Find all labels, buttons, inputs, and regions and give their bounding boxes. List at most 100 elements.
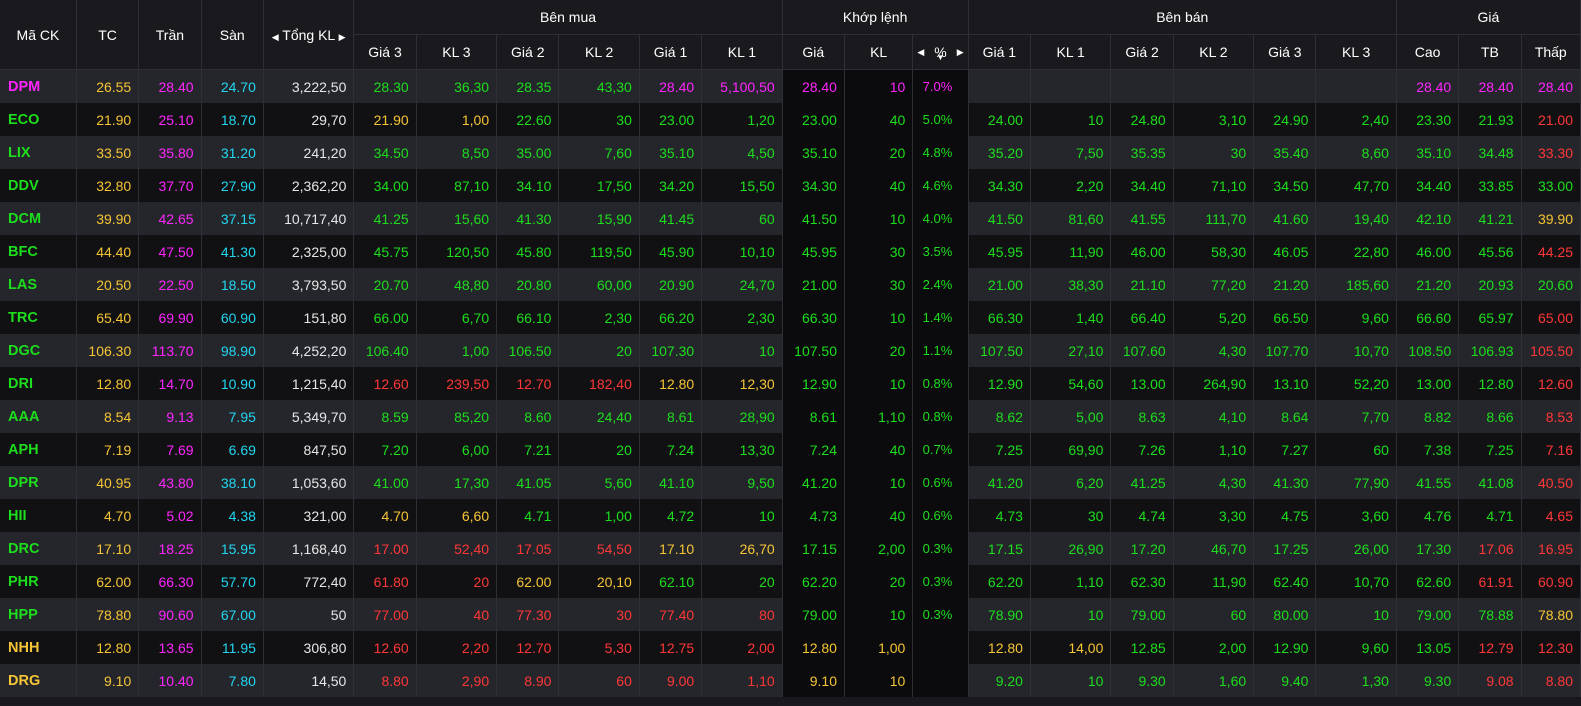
ceiling-price: 18.25 [138, 532, 202, 565]
ceiling-price: 42.65 [138, 202, 202, 235]
high-price: 7.38 [1396, 433, 1460, 466]
sell-vol-1: 10 [1030, 664, 1112, 697]
caret-right-icon[interactable]: ▶ [957, 47, 964, 58]
sell-vol-3: 52,20 [1315, 367, 1397, 400]
col-thap[interactable]: Thấp [1521, 34, 1581, 70]
buy-vol-3: 2,20 [416, 631, 498, 664]
match-volume: 40 [844, 169, 914, 202]
col-ma-ck[interactable]: Mã CK [0, 0, 77, 70]
buy-price-3: 34.00 [353, 169, 417, 202]
col-tc[interactable]: TC [76, 0, 140, 70]
table-row[interactable]: DRC 17.10 18.25 15.95 1,168,40 17.00 52,40 17.0… [0, 532, 1581, 565]
table-row[interactable]: BFC 44.40 47.50 41.30 2,325,00 45.75 120,50 45.… [0, 235, 1581, 268]
match-price: 62.20 [782, 565, 845, 598]
table-row[interactable]: DRI 12.80 14.70 10.90 1,215,40 12.60 239,50 12.… [0, 367, 1581, 400]
col-tong-kl[interactable]: ◀ Tổng KL ▶ [263, 0, 355, 70]
low-price: 8.53 [1521, 400, 1581, 433]
col-tb[interactable]: TB [1458, 34, 1522, 70]
col-match-pct[interactable]: ◀ % ▶ ▼ [912, 34, 969, 70]
col-buy-kl1[interactable]: KL 1 [701, 34, 783, 70]
caret-right-icon[interactable]: ▶ [339, 32, 346, 42]
change-percent: 7.0% [912, 69, 969, 103]
table-row[interactable]: ECO 21.90 25.10 18.70 29,70 21.90 1,00 22.60 30 2… [0, 103, 1581, 136]
table-row[interactable]: DPM 26.55 28.40 24.70 3,222,50 28.30 36,30 28.3… [0, 69, 1581, 103]
col-sell-gia1[interactable]: Giá 1 [968, 34, 1031, 70]
low-price: 105.50 [1521, 334, 1581, 367]
buy-price-1: 28.40 [639, 69, 703, 103]
col-sell-kl2[interactable]: KL 2 [1173, 34, 1255, 70]
sell-vol-3: 26,00 [1315, 532, 1397, 565]
col-tran[interactable]: Trần [138, 0, 202, 70]
sell-vol-3 [1315, 69, 1397, 103]
buy-price-3: 8.80 [353, 664, 417, 697]
buy-vol-3: 15,60 [416, 202, 498, 235]
col-sell-kl3[interactable]: KL 3 [1315, 34, 1397, 70]
match-volume: 40 [844, 103, 914, 136]
col-sell-gia2[interactable]: Giá 2 [1110, 34, 1174, 70]
col-match-kl[interactable]: KL [844, 34, 914, 70]
col-buy-gia2[interactable]: Giá 2 [496, 34, 560, 70]
buy-price-3: 12.60 [353, 367, 417, 400]
col-sell-gia3[interactable]: Giá 3 [1253, 34, 1317, 70]
table-row[interactable]: DCM 39.90 42.65 37.15 10,717,40 41.25 15,60 41.… [0, 202, 1581, 235]
high-price: 28.40 [1396, 69, 1460, 103]
high-price: 9.30 [1396, 664, 1460, 697]
match-volume: 10 [844, 301, 914, 334]
avg-price: 106.93 [1458, 334, 1522, 367]
high-price: 66.60 [1396, 301, 1460, 334]
sell-price-2: 79.00 [1110, 598, 1174, 631]
caret-left-icon[interactable]: ◀ [917, 47, 924, 58]
sell-price-1: 4.73 [968, 499, 1031, 532]
buy-vol-1: 10 [701, 499, 783, 532]
caret-left-icon[interactable]: ◀ [272, 32, 279, 42]
table-row[interactable]: HII 4.70 5.02 4.38 321,00 4.70 6,60 4.71 1,00 4.7… [0, 499, 1581, 532]
avg-price: 33.85 [1458, 169, 1522, 202]
match-volume: 20 [844, 136, 914, 169]
buy-price-1: 8.61 [639, 400, 703, 433]
col-buy-kl3[interactable]: KL 3 [416, 34, 498, 70]
buy-price-1: 41.10 [639, 466, 703, 499]
floor-price: 38.10 [201, 466, 264, 499]
col-san[interactable]: Sàn [201, 0, 264, 70]
low-price: 33.00 [1521, 169, 1581, 202]
table-row[interactable]: APH 7.19 7.69 6.69 847,50 7.20 6,00 7.21 20 7.24 1… [0, 433, 1581, 466]
col-match-gia[interactable]: Giá [782, 34, 845, 70]
col-sell-kl1[interactable]: KL 1 [1030, 34, 1112, 70]
col-buy-kl2[interactable]: KL 2 [558, 34, 640, 70]
table-row[interactable]: DRG 9.10 10.40 7.80 14,50 8.80 2,90 8.90 60 9.00 1… [0, 664, 1581, 697]
table-row[interactable]: DDV 32.80 37.70 27.90 2,362,20 34.00 87,10 34.1… [0, 169, 1581, 202]
table-row[interactable]: LAS 20.50 22.50 18.50 3,793,50 20.70 48,80 20.8… [0, 268, 1581, 301]
table-row[interactable]: HPP 78.80 90.60 67.00 50 77.00 40 77.30 30 77.40 8… [0, 598, 1581, 631]
sell-price-2: 24.80 [1110, 103, 1174, 136]
sell-vol-3: 10,70 [1315, 334, 1397, 367]
buy-price-2: 12.70 [496, 367, 560, 400]
total-volume: 2,325,00 [263, 235, 355, 268]
sell-vol-2: 30 [1173, 136, 1255, 169]
low-price: 8.80 [1521, 664, 1581, 697]
table-row[interactable]: AAA 8.54 9.13 7.95 5,349,70 8.59 85,20 8.60 24,4… [0, 400, 1581, 433]
ref-price: 17.10 [76, 532, 140, 565]
sell-price-1: 41.50 [968, 202, 1031, 235]
match-volume: 10 [844, 466, 914, 499]
match-price: 23.00 [782, 103, 845, 136]
sell-price-3: 41.30 [1253, 466, 1317, 499]
sell-vol-3: 8,60 [1315, 136, 1397, 169]
table-row[interactable]: LIX 33.50 35.80 31.20 241,20 34.50 8,50 35.00 7,… [0, 136, 1581, 169]
table-row[interactable]: PHR 62.00 66.30 57.70 772,40 61.80 20 62.00 20,1… [0, 565, 1581, 598]
avg-price: 9.08 [1458, 664, 1522, 697]
buy-vol-1: 2,30 [701, 301, 783, 334]
col-cao[interactable]: Cao [1396, 34, 1460, 70]
sell-vol-3: 185,60 [1315, 268, 1397, 301]
sort-down-icon[interactable]: ▼ [937, 53, 945, 62]
sell-vol-2: 4,30 [1173, 466, 1255, 499]
stock-symbol: DPR [0, 466, 77, 499]
col-buy-gia3[interactable]: Giá 3 [353, 34, 417, 70]
col-buy-gia1[interactable]: Giá 1 [639, 34, 703, 70]
table-row[interactable]: NHH 12.80 13.65 11.95 306,80 12.60 2,20 12.70 5,… [0, 631, 1581, 664]
buy-price-1: 12.80 [639, 367, 703, 400]
sell-price-2: 9.30 [1110, 664, 1174, 697]
buy-price-3: 45.75 [353, 235, 417, 268]
table-row[interactable]: DGC 106.30 113.70 98.90 4,252,20 106.40 1,00 10… [0, 334, 1581, 367]
table-row[interactable]: TRC 65.40 69.90 60.90 151,80 66.00 6,70 66.10 2,… [0, 301, 1581, 334]
table-row[interactable]: DPR 40.95 43.80 38.10 1,053,60 41.00 17,30 41.0… [0, 466, 1581, 499]
